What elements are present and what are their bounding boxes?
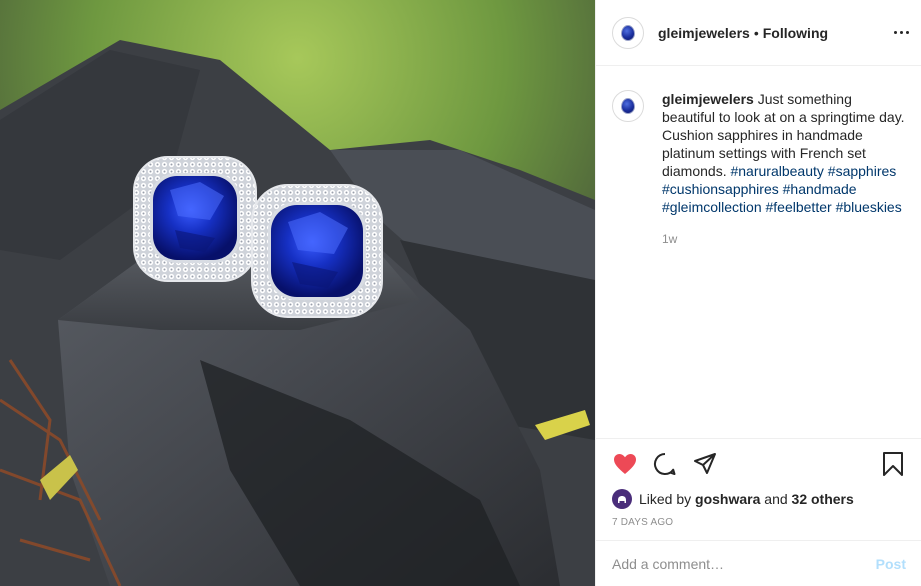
post-photo[interactable] [0, 0, 595, 586]
likes-others-link[interactable]: 32 others [792, 491, 854, 507]
bookmark-icon[interactable] [880, 451, 906, 477]
likes-prefix: Liked by [639, 491, 692, 507]
sapphire-earrings-image [0, 0, 595, 586]
more-horizontal-icon[interactable] [891, 22, 911, 42]
hashtag-link[interactable]: #sapphires [828, 163, 897, 179]
post-comment-button[interactable]: Post [876, 556, 906, 572]
caption-avatar[interactable] [612, 90, 644, 122]
caption-username[interactable]: gleimjewelers [662, 91, 754, 107]
right-earring [251, 184, 383, 318]
instagram-post: gleimjewelers • Following gleimjewelers … [0, 0, 921, 586]
hashtag-link[interactable]: #gleimcollection [662, 199, 762, 215]
liker-avatar[interactable] [612, 489, 632, 509]
share-icon[interactable] [692, 451, 718, 477]
comment-icon[interactable] [652, 451, 678, 477]
caption-age[interactable]: 1w [662, 230, 905, 248]
caption-body: gleimjewelers Just something beautiful t… [662, 90, 905, 248]
liker-username[interactable]: goshwara [695, 491, 760, 507]
caption: gleimjewelers Just something beautiful t… [596, 66, 921, 248]
comment-input[interactable] [612, 555, 876, 572]
post-header: gleimjewelers • Following [596, 0, 921, 66]
likes-and: and [764, 491, 788, 507]
hashtag-link[interactable]: #naruralbeauty [730, 163, 823, 179]
action-icons [596, 439, 921, 489]
action-bar: Liked by goshwara and 32 others 7 DAYS A… [596, 438, 921, 533]
comment-box: Post [596, 540, 921, 586]
sapphire-logo-icon [621, 24, 635, 41]
avatar[interactable] [612, 16, 644, 49]
header-username[interactable]: gleimjewelers [658, 25, 750, 41]
hashtag-link[interactable]: #handmade [783, 181, 857, 197]
heart-filled-icon[interactable] [612, 451, 638, 477]
hashtag-link[interactable]: #blueskies [836, 199, 902, 215]
elephant-icon [618, 496, 626, 503]
post-timestamp[interactable]: 7 DAYS AGO [596, 509, 921, 533]
header-separator: • [753, 24, 759, 41]
sapphire-logo-icon [621, 98, 635, 114]
hashtag-link[interactable]: #feelbetter [766, 199, 832, 215]
follow-status-button[interactable]: Following [763, 25, 828, 41]
post-sidebar: gleimjewelers • Following gleimjewelers … [595, 0, 921, 586]
hashtag-link[interactable]: #cushionsapphires [662, 181, 779, 197]
likes-summary: Liked by goshwara and 32 others [596, 489, 921, 509]
left-earring [133, 156, 257, 282]
